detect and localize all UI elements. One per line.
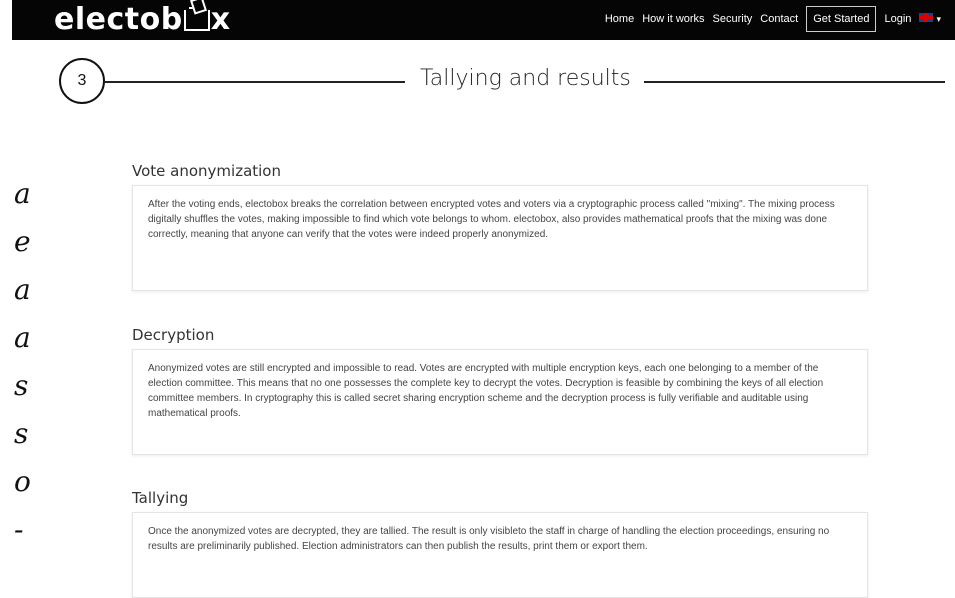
nav-how-link[interactable]: How it works — [642, 13, 704, 25]
edge-char: e — [14, 225, 31, 258]
brand-name-prefix: electob — [54, 2, 183, 37]
section-body: Once the anonymized votes are decrypted,… — [148, 526, 830, 552]
section-body: After the voting ends, electobox breaks … — [148, 199, 835, 240]
top-navbar: electob x Home How it works Security Cont… — [12, 0, 955, 40]
page-title: Tallying and results — [420, 66, 631, 91]
edge-char: s — [14, 417, 29, 450]
section-heading-decryption: Decryption — [132, 326, 215, 344]
nav-home-link[interactable]: Home — [605, 13, 634, 25]
chevron-down-icon: ▾ — [936, 14, 941, 24]
edge-char: a — [14, 321, 31, 354]
uk-flag-icon — [919, 13, 934, 22]
section-card-decryption: Anonymized votes are still encrypted and… — [132, 349, 868, 455]
language-selector[interactable]: ▾ — [919, 13, 941, 25]
nav-contact-link[interactable]: Contact — [760, 13, 798, 25]
edge-char: - — [14, 513, 24, 546]
section-body: Anonymized votes are still encrypted and… — [148, 363, 824, 419]
step-number-badge: 3 — [59, 58, 105, 104]
divider-right — [644, 81, 945, 83]
step-number: 3 — [77, 72, 87, 89]
section-heading-anonymization: Vote anonymization — [132, 162, 281, 180]
edge-char: a — [14, 273, 31, 306]
nav-links: Home How it works Security Contact Get S… — [605, 6, 941, 32]
login-link[interactable]: Login — [884, 13, 911, 25]
brand-name-suffix: x — [210, 2, 231, 37]
edge-char: o — [14, 465, 31, 498]
section-heading-tallying: Tallying — [132, 489, 189, 507]
ballot-box-icon — [183, 7, 210, 31]
get-started-button[interactable]: Get Started — [806, 6, 877, 32]
section-card-tallying: Once the anonymized votes are decrypted,… — [132, 512, 868, 598]
left-edge-text: a e a a s s o - — [14, 170, 34, 554]
section-card-anonymization: After the voting ends, electobox breaks … — [132, 185, 868, 291]
edge-char: s — [14, 369, 29, 402]
edge-char: a — [14, 177, 31, 210]
divider-left — [105, 81, 405, 83]
nav-security-link[interactable]: Security — [713, 13, 753, 25]
brand-logo[interactable]: electob x — [54, 1, 231, 39]
